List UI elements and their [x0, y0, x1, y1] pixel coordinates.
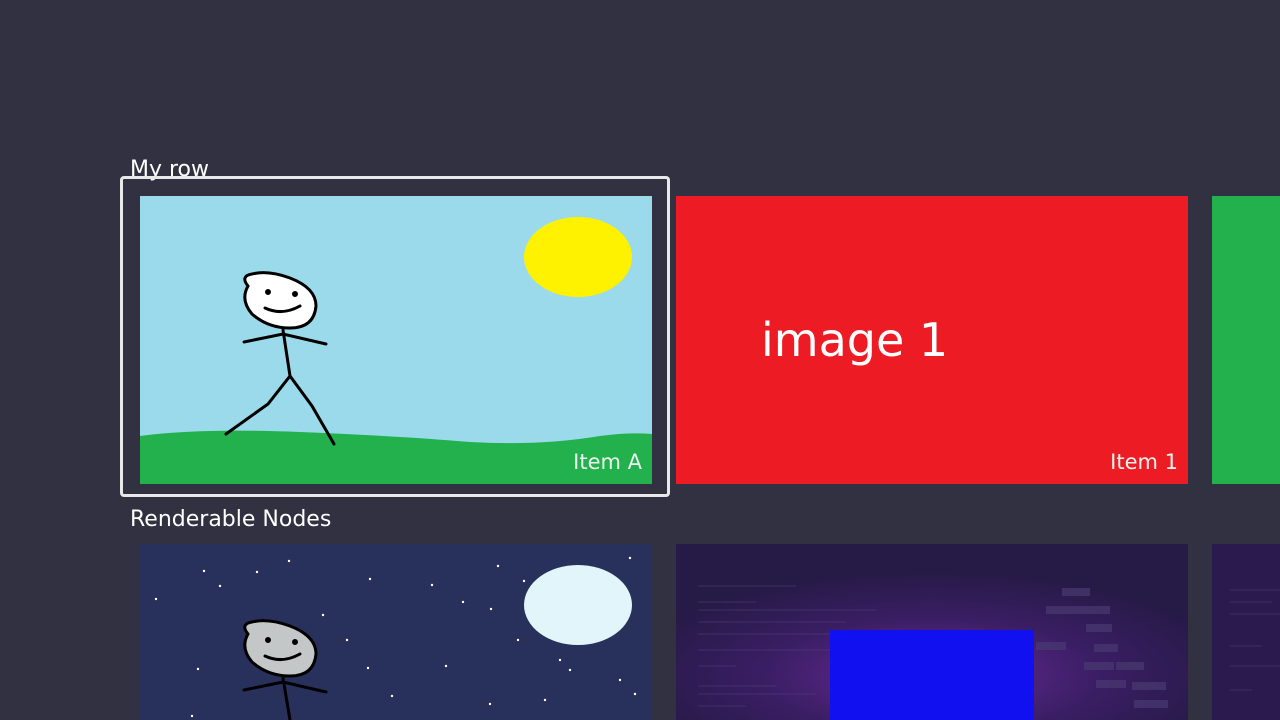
row-item-partial-green[interactable] — [1212, 196, 1280, 484]
renderable-node-code-screen[interactable] — [676, 544, 1188, 720]
item-label: Item A — [573, 450, 642, 474]
stick-figure-night-image — [140, 544, 652, 720]
code-screen-partial-image — [1230, 589, 1280, 691]
renderable-node-night[interactable] — [140, 544, 652, 720]
stick-figure-day-image — [140, 196, 652, 484]
row-item-a[interactable]: Item A — [140, 196, 652, 484]
row-item-1[interactable]: image 1 Item 1 — [676, 196, 1188, 484]
image-caption: image 1 — [761, 313, 949, 367]
code-screen-image — [676, 544, 1188, 720]
item-label: Item 1 — [1110, 450, 1178, 474]
renderable-node-partial[interactable] — [1212, 544, 1280, 720]
row-title-renderable-nodes: Renderable Nodes — [130, 507, 332, 532]
